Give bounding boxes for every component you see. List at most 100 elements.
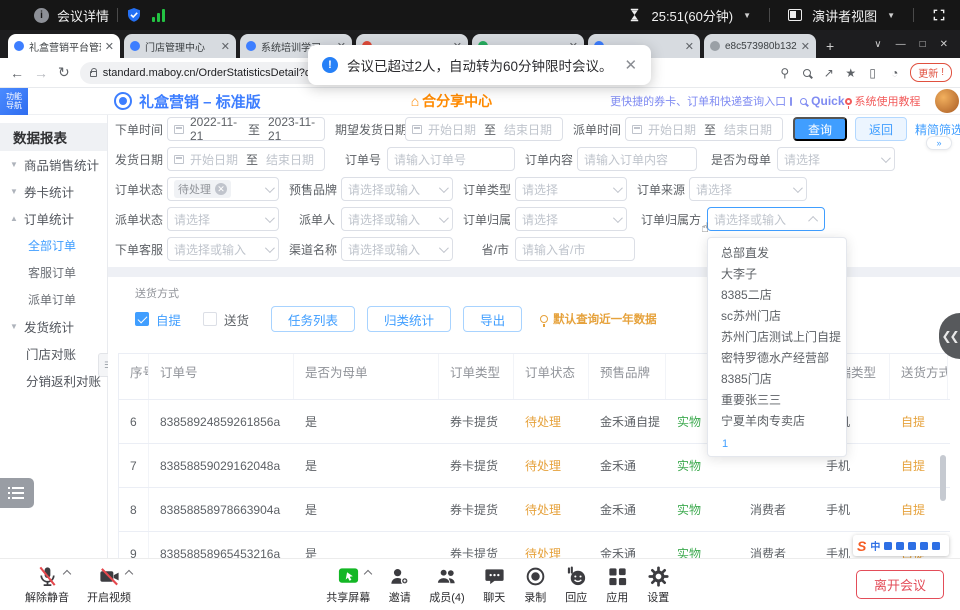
profile-icon[interactable]: ◔ [888,66,901,79]
task-list-button[interactable]: 任务列表 [271,306,355,332]
classify-stats-button[interactable]: 归类统计 [367,306,451,332]
dropdown-option[interactable]: 8385门店 [708,369,846,390]
back-icon[interactable]: ← [10,65,24,81]
sidebar-item-distribution-rebate[interactable]: 分销返利对账 [0,367,107,394]
bookmark-star-icon[interactable]: ★ [844,66,857,79]
share-icon[interactable]: ↗ [822,66,835,79]
table-scrollbar[interactable] [940,455,946,501]
share-screen-button[interactable]: 共享屏幕 [326,565,370,605]
start-video-button[interactable]: 开启视频 [87,565,131,605]
side-panel-icon[interactable]: ▯ [866,66,879,79]
tab-close-icon[interactable]: ✕ [685,40,694,53]
forward-icon[interactable]: → [34,65,48,81]
table-row[interactable]: 883858858978663904a是券卡提货待处理金禾通实物消费者手机自提 [119,488,950,532]
tag-close-icon[interactable]: ✕ [215,183,227,195]
quick-search-link[interactable]: Quick [800,94,844,108]
dispatch-status-select[interactable]: 请选择 [167,207,279,231]
dropdown-option[interactable]: 宁夏羊肉专卖店 [708,411,846,432]
view-mode-selector[interactable]: 演讲者视图 [812,6,877,25]
dropdown-option[interactable]: 大李子 [708,264,846,285]
sidebar-item-order-stats[interactable]: ▲订单统计 [0,205,107,232]
leave-meeting-button[interactable]: 离开会议 [856,570,944,599]
presale-brand-select[interactable]: 请选择或输入 [341,177,453,201]
browser-tab[interactable]: e8c573980b1328a258fd2e6f8✕ [704,34,816,58]
back-button[interactable]: 返回 [855,117,907,141]
collapse-filter-link[interactable]: 精简筛选» [915,121,960,138]
expand-caret-icon[interactable] [62,569,70,577]
tab-close-icon[interactable]: ✕ [105,40,114,53]
tab-close-icon[interactable]: ✕ [221,40,230,53]
province-city-input[interactable]: 请输入省/市 [515,237,635,261]
chat-button[interactable]: 聊天 [483,565,506,605]
browser-update-button[interactable]: 更新! [910,63,952,82]
expand-caret-icon[interactable] [364,569,372,577]
apps-button[interactable]: 应用 [606,565,629,605]
order-type-select[interactable]: 请选择 [515,177,627,201]
function-nav-button[interactable]: 功能 导航 [0,88,28,115]
share-center-link[interactable]: ⌂ 合分享中心 [411,91,492,111]
sidebar-item-shipping-stats[interactable]: ▼发货统计 [0,313,107,340]
order-content-input[interactable]: 请输入订单内容 [577,147,697,171]
checkbox-unchecked[interactable] [203,312,217,326]
order-source-select[interactable]: 请选择 [689,177,807,201]
dispatch-time-range[interactable]: 开始日期至结束日期 [625,117,783,141]
settings-button[interactable]: 设置 [647,565,670,605]
dispatcher-select[interactable]: 请选择或输入 [341,207,453,231]
zoom-icon[interactable] [800,66,813,79]
dropdown-option[interactable]: 8385二店 [708,285,846,306]
key-icon[interactable]: ⚲ [778,66,791,79]
dropdown-option[interactable]: 苏州门店测试上门自提 [708,327,846,348]
minimize-button[interactable]: — [896,39,906,50]
order-status-select[interactable]: 待处理✕ [167,177,279,201]
ime-toolbar[interactable]: S 中 [853,535,949,556]
query-button[interactable]: 查询 [793,117,847,141]
tab-close-icon[interactable]: ✕ [801,40,810,53]
reload-icon[interactable]: ↻ [58,64,70,81]
checkbox-checked[interactable] [135,312,149,326]
tutorial-link[interactable]: 系统使用教程 [845,93,921,109]
order-no-input[interactable]: 请输入订单号 [387,147,515,171]
tab-search-icon[interactable]: ∨ [874,39,881,50]
sidebar-item-dispatch-orders[interactable]: 派单订单 [0,286,107,313]
unmute-button[interactable]: 解除静音 [25,565,69,605]
dropdown-option[interactable]: 密特罗德水产经营部 [708,348,846,369]
reaction-button[interactable]: 回应 [565,565,588,605]
new-tab-button[interactable]: + [826,38,834,54]
browser-tab[interactable]: 礼盒营销平台管理中心✕ [8,34,120,58]
members-button[interactable]: 成员(4) [429,565,464,605]
dropdown-option[interactable]: 总部直发 [708,243,846,264]
order-belong-select[interactable]: 请选择 [515,207,627,231]
order-time-range[interactable]: 2022-11-21至2023-11-21 [167,117,325,141]
sidebar-item-store-reconciliation[interactable]: 门店对账 [0,340,107,367]
sidebar-item-coupon-card-stats[interactable]: ▼券卡统计 [0,178,107,205]
is-parent-order-select[interactable]: 请选择 [777,147,895,171]
order-agent-select[interactable]: 请选择或输入 [167,237,279,261]
table-row[interactable]: 983858858965453216a是券卡提货待处理金禾通实物消费者手机自提 [119,532,950,558]
meeting-timer[interactable]: 25:51(60分钟) [651,6,733,25]
avatar[interactable] [935,89,959,113]
expand-caret-icon[interactable] [124,569,132,577]
sidebar-item-all-orders[interactable]: 全部订单 [0,232,107,259]
sidebar-item-product-sales-stats[interactable]: ▼商品销售统计 [0,151,107,178]
expected-ship-date-range[interactable]: 开始日期至结束日期 [405,117,563,141]
meeting-list-button[interactable] [0,478,34,508]
toast-close-icon[interactable]: ✕ [625,56,638,74]
record-button[interactable]: 录制 [524,565,547,605]
dropdown-option[interactable]: 重要张三三 [708,390,846,411]
export-button[interactable]: 导出 [463,306,522,332]
invite-button[interactable]: 邀请 [388,565,411,605]
timer-dropdown-icon[interactable]: ▼ [743,11,751,20]
browser-tab[interactable]: 门店管理中心✕ [124,34,236,58]
fullscreen-icon[interactable] [932,8,946,22]
sidebar-item-agent-orders[interactable]: 客服订单 [0,259,107,286]
dropdown-option[interactable]: sc苏州门店 [708,306,846,327]
channel-name-select[interactable]: 请选择或输入 [341,237,453,261]
meeting-details[interactable]: i 会议详情 [34,6,109,25]
view-dropdown-icon[interactable]: ▼ [887,11,895,20]
maximize-button[interactable]: □ [920,39,926,50]
collapse-chevrons-icon[interactable]: » [926,136,952,150]
dropdown-page-1[interactable]: 1 [708,432,846,452]
close-window-button[interactable]: ✕ [940,39,948,50]
ship-date-range[interactable]: 开始日期至结束日期 [167,147,325,171]
order-belong-party-select[interactable]: 请选择或输入总部直发大李子8385二店sc苏州门店苏州门店测试上门自提密特罗德水… [707,207,825,231]
